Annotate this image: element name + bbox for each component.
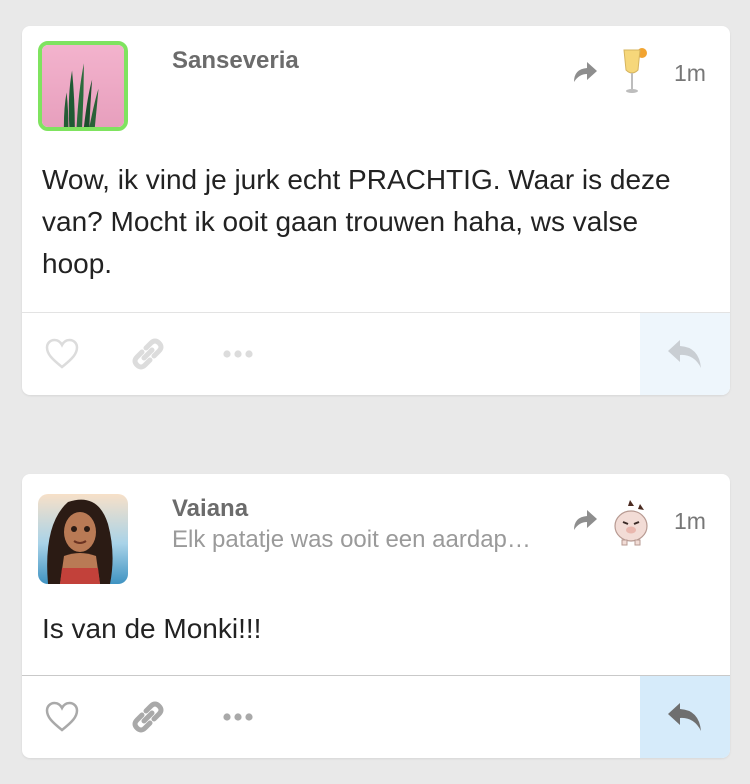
more-icon[interactable]: [219, 335, 257, 373]
author-avatar[interactable]: [38, 41, 128, 131]
champagne-glass-avatar-icon[interactable]: [610, 44, 652, 96]
heart-icon[interactable]: [43, 335, 81, 373]
more-icon[interactable]: [219, 698, 257, 736]
post-card: Vaiana Elk patatje was ooit een aardap… …: [22, 474, 730, 758]
reply-button[interactable]: [640, 676, 730, 758]
post-time: 1m: [674, 60, 706, 86]
author-avatar[interactable]: [38, 494, 128, 584]
reblog-arrow-icon: [574, 62, 597, 82]
post-actions: [22, 312, 730, 395]
post-card: Sanseveria 1m Wow, ik vind je jurk echt …: [22, 26, 730, 395]
author-name[interactable]: Vaiana: [172, 495, 248, 523]
reply-icon: [668, 703, 701, 731]
reblog-arrow-icon: [574, 510, 597, 530]
post-body: Wow, ik vind je jurk echt PRACHTIG. Waar…: [42, 164, 671, 279]
author-name[interactable]: Sanseveria: [172, 47, 299, 75]
reply-icon: [668, 340, 701, 368]
post-time: 1m: [674, 508, 706, 534]
link-icon[interactable]: [129, 335, 167, 373]
moana-avatar-icon: [38, 494, 128, 584]
post-actions: [22, 675, 730, 758]
snake-plant-avatar-icon: [42, 45, 124, 127]
piggy-character-avatar-icon[interactable]: [610, 496, 652, 548]
reply-button[interactable]: [640, 313, 730, 395]
heart-icon[interactable]: [43, 698, 81, 736]
author-subtitle: Elk patatje was ooit een aardap…: [172, 526, 531, 553]
link-icon[interactable]: [129, 698, 167, 736]
post-body: Is van de Monki!!!: [42, 613, 262, 644]
